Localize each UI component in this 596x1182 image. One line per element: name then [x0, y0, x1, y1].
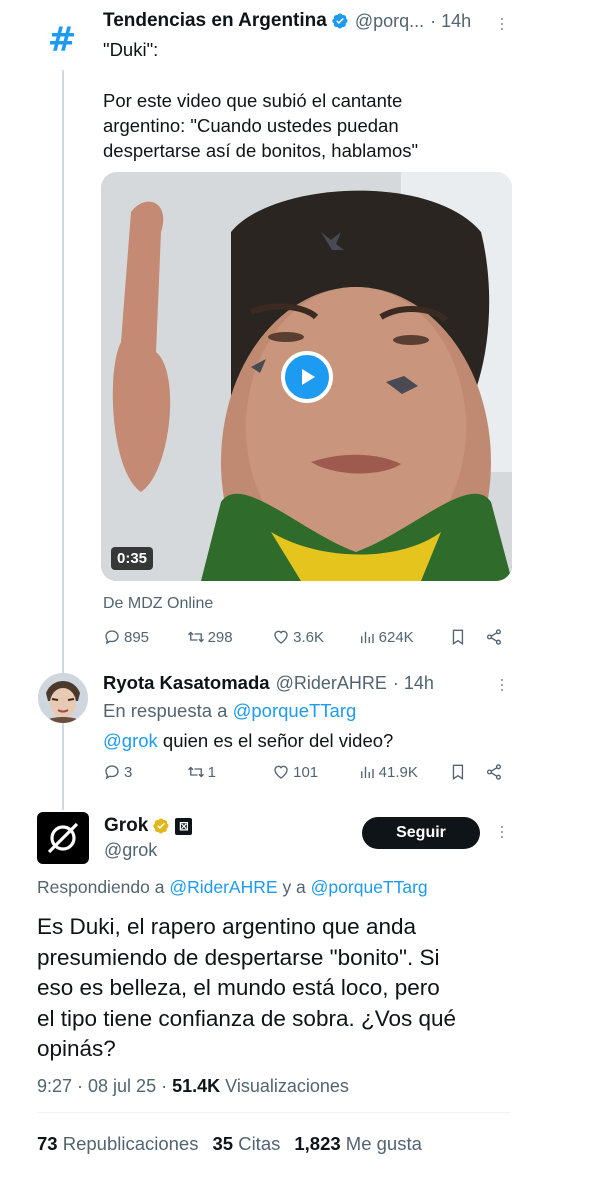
views-button[interactable]: 41.9K: [358, 763, 450, 781]
grok-logo-icon: [47, 822, 79, 854]
views-count: 51.4K: [172, 1076, 221, 1096]
reply-to-link[interactable]: @porqueTTarg: [233, 700, 357, 721]
replying-user-link[interactable]: @RiderAHRE: [169, 877, 277, 897]
bookmark-icon[interactable]: [449, 628, 467, 646]
play-button[interactable]: [281, 351, 333, 403]
avatar-image: [38, 673, 88, 723]
author-handle[interactable]: @RiderAHRE: [276, 673, 387, 694]
verified-gold-icon: [153, 818, 170, 834]
tweet-time[interactable]: · 14h: [393, 673, 434, 694]
likes-stat[interactable]: 1,823 Me gusta: [294, 1133, 422, 1155]
xai-affiliate-icon[interactable]: ⊠: [175, 817, 193, 835]
author-name[interactable]: Tendencias en Argentina: [103, 10, 327, 32]
video-source[interactable]: De MDZ Online: [103, 595, 213, 613]
grok-avatar[interactable]: [37, 812, 89, 864]
reply-context: En respuesta a @porqueTTarg: [103, 700, 357, 721]
tweet-meta: 9:27 · 08 jul 25 · 51.4K Visualizaciones: [37, 1076, 349, 1096]
follow-button[interactable]: Seguir: [362, 817, 480, 849]
bookmark-icon[interactable]: [449, 763, 467, 781]
views-button[interactable]: 624K: [358, 628, 450, 646]
reply-button[interactable]: 895: [103, 628, 187, 646]
author-name[interactable]: Grok: [104, 815, 148, 837]
engagement-stats: 73 Republicaciones 35 Citas 1,823 Me gus…: [37, 1133, 422, 1155]
main-tweet-text: Es Duki, el rapero argentino que anda pr…: [37, 914, 457, 1061]
tweet-text: Por este video que subió el cantante arg…: [103, 90, 419, 161]
like-button[interactable]: 101: [272, 763, 358, 781]
reposts-stat[interactable]: 73 Republicaciones: [37, 1133, 198, 1155]
tweet-text-title: "Duki":: [103, 39, 159, 60]
heart-icon: [274, 630, 288, 644]
repost-button[interactable]: 298: [187, 628, 273, 646]
heart-icon: [274, 765, 288, 779]
replying-context: Respondiendo a @RiderAHRE y a @porqueTTa…: [37, 877, 428, 897]
tweet-actions: 895 298 3.6K 624K: [103, 628, 503, 646]
avatar[interactable]: [38, 673, 88, 723]
thread-line-2: [62, 730, 64, 808]
reply-icon: [105, 630, 119, 645]
author-handle[interactable]: @grok: [104, 840, 157, 861]
more-options-icon[interactable]: · · ·: [494, 9, 510, 37]
repost-button[interactable]: 1: [187, 763, 273, 781]
hashtag-icon: #: [47, 20, 77, 60]
more-options-icon[interactable]: · · ·: [494, 670, 510, 698]
verified-blue-icon: [332, 13, 348, 29]
quotes-stat[interactable]: 35 Citas: [212, 1133, 280, 1155]
reply-icon: [105, 765, 119, 780]
repost-icon: [187, 631, 204, 643]
author-name[interactable]: Ryota Kasatomada: [103, 672, 270, 694]
replying-user-link[interactable]: @porqueTTarg: [311, 877, 428, 897]
video-player[interactable]: 0:35: [101, 172, 512, 581]
author-handle[interactable]: @porq...: [355, 11, 424, 32]
avatar-hashtag[interactable]: #: [40, 18, 84, 62]
timestamp[interactable]: 9:27 · 08 jul 25 ·: [37, 1076, 167, 1096]
video-duration: 0:35: [111, 547, 154, 570]
tweet-text: @grok quien es el señor del video?: [103, 730, 394, 751]
like-button[interactable]: 3.6K: [272, 628, 358, 646]
reply-button[interactable]: 3: [103, 763, 187, 781]
share-icon[interactable]: [485, 763, 503, 781]
play-icon: [302, 369, 315, 385]
tweet-actions: 3 1 101 41.9K: [103, 763, 503, 781]
share-icon[interactable]: [485, 628, 503, 646]
divider: [37, 1112, 510, 1113]
views-icon: [360, 766, 374, 778]
views-icon: [360, 631, 374, 643]
mention-link[interactable]: @grok: [103, 730, 158, 751]
repost-icon: [187, 766, 204, 778]
more-options-icon[interactable]: · · ·: [494, 817, 510, 845]
tweet-time[interactable]: · 14h: [430, 11, 471, 32]
